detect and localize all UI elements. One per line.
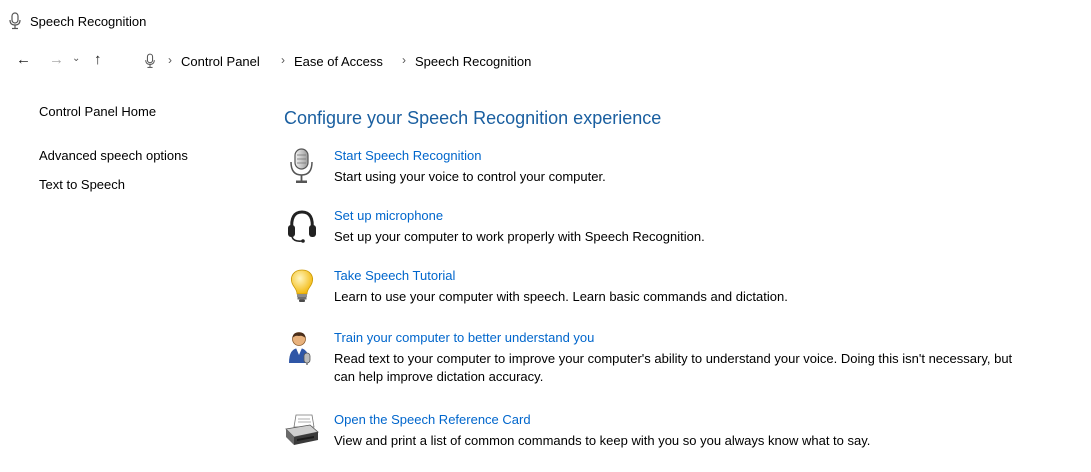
task-start-speech-recognition: Start Speech Recognition Start using you… bbox=[284, 148, 1084, 208]
task-description: Start using your voice to control your c… bbox=[334, 169, 606, 184]
headset-icon bbox=[288, 210, 316, 243]
recent-locations-chevron-icon[interactable]: ⌄ bbox=[72, 51, 80, 67]
set-up-microphone-link[interactable]: Set up microphone bbox=[334, 208, 443, 223]
up-arrow-icon[interactable]: ↑ bbox=[94, 52, 102, 68]
task-description: Set up your computer to work properly wi… bbox=[334, 229, 705, 244]
task-description: View and print a list of common commands… bbox=[334, 433, 871, 448]
task-set-up-microphone: Set up microphone Set up your computer t… bbox=[284, 208, 1084, 268]
open-speech-reference-card-link[interactable]: Open the Speech Reference Card bbox=[334, 412, 531, 427]
lightbulb-icon bbox=[291, 269, 313, 302]
sidebar-item-control-panel-home[interactable]: Control Panel Home bbox=[39, 104, 156, 119]
task-description: Read text to your computer to improve yo… bbox=[334, 351, 1013, 384]
breadcrumb-separator-icon: › bbox=[168, 53, 172, 67]
breadcrumb-control-panel[interactable]: Control Panel bbox=[181, 54, 260, 69]
sidebar-item-advanced-speech-options[interactable]: Advanced speech options bbox=[39, 148, 188, 163]
task-open-speech-reference-card: Open the Speech Reference Card View and … bbox=[284, 412, 1084, 472]
breadcrumb-ease-of-access[interactable]: Ease of Access bbox=[294, 54, 383, 69]
start-speech-recognition-link[interactable]: Start Speech Recognition bbox=[334, 148, 481, 163]
breadcrumb-separator-icon: › bbox=[402, 53, 406, 67]
user-train-icon bbox=[289, 332, 311, 365]
microphone-icon bbox=[290, 148, 313, 183]
task-description: Learn to use your computer with speech. … bbox=[334, 289, 788, 304]
back-arrow-icon[interactable]: ← bbox=[16, 52, 31, 68]
train-computer-link[interactable]: Train your computer to better understand… bbox=[334, 330, 594, 345]
title-bar: Speech Recognition bbox=[0, 0, 1091, 38]
page-heading: Configure your Speech Recognition experi… bbox=[284, 108, 662, 128]
forward-arrow-icon[interactable]: → bbox=[49, 52, 64, 68]
task-train-computer: Train your computer to better understand… bbox=[284, 330, 1084, 390]
breadcrumb-speech-recognition[interactable]: Speech Recognition bbox=[415, 54, 531, 69]
microphone-icon bbox=[145, 53, 155, 68]
task-take-speech-tutorial: Take Speech Tutorial Learn to use your c… bbox=[284, 268, 1084, 328]
microphone-icon bbox=[9, 12, 21, 30]
address-bar[interactable]: › Control Panel › Ease of Access › Speec… bbox=[140, 46, 1091, 76]
sidebar-item-text-to-speech[interactable]: Text to Speech bbox=[39, 177, 125, 192]
breadcrumb-separator-icon: › bbox=[281, 53, 285, 67]
window-title: Speech Recognition bbox=[30, 14, 147, 29]
printer-icon bbox=[285, 414, 319, 445]
take-speech-tutorial-link[interactable]: Take Speech Tutorial bbox=[334, 268, 455, 283]
